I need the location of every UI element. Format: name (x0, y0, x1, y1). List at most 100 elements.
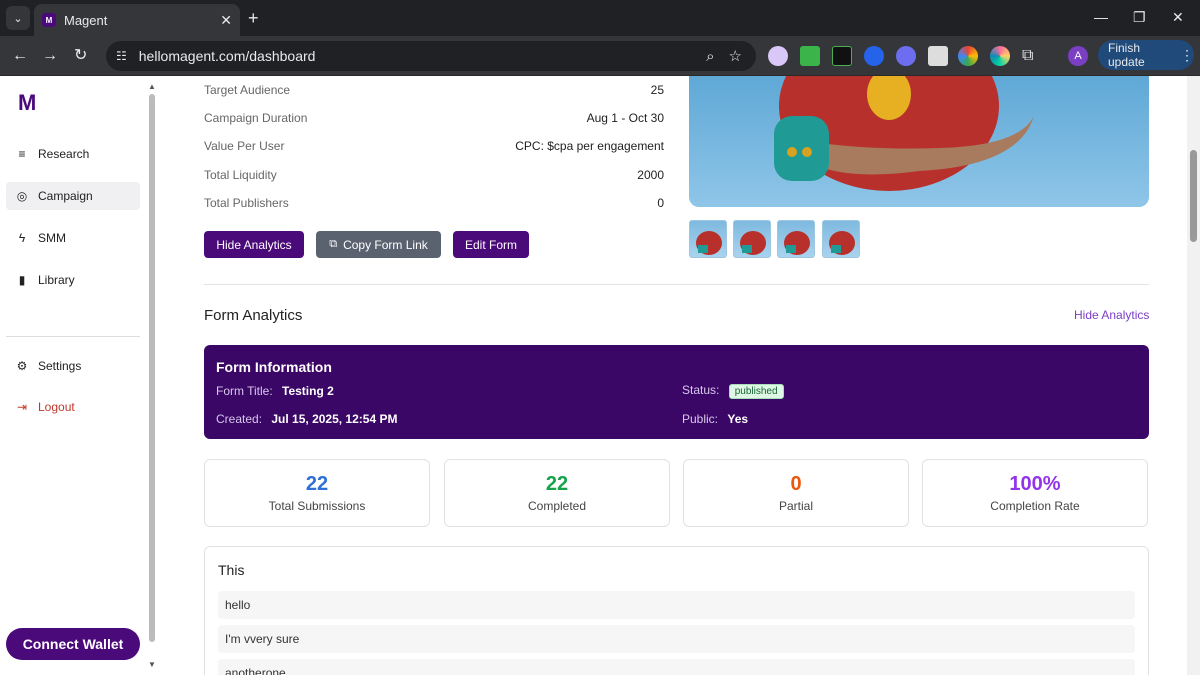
profile-avatar[interactable]: A (1068, 46, 1088, 66)
window-close-button[interactable]: ✕ (1172, 9, 1184, 26)
copy-form-link-label: Copy Form Link (343, 237, 428, 252)
sidebar-item-settings[interactable]: ⚙ Settings (6, 352, 140, 380)
bookmark-icon: ▮ (18, 273, 26, 287)
minimize-button[interactable]: — (1094, 9, 1108, 25)
maximize-button[interactable]: ❐ (1133, 9, 1146, 26)
status-row: Status: published (682, 383, 784, 399)
form-information-heading: Form Information (216, 359, 332, 375)
detail-label: Total Publishers (204, 196, 289, 210)
tab-title: Magent (64, 12, 108, 28)
edit-form-button[interactable]: Edit Form (453, 231, 529, 258)
extension-icon[interactable] (990, 46, 1010, 66)
image-thumbnail[interactable] (777, 220, 815, 258)
extension-icon[interactable] (832, 46, 852, 66)
sidebar-item-label: Campaign (38, 189, 93, 203)
hide-analytics-link[interactable]: Hide Analytics (1074, 308, 1149, 322)
stat-value: 22 (545, 473, 569, 495)
extension-icon[interactable] (928, 46, 948, 66)
browser-tabbar: ⌄ M Magent ✕ + — ❐ ✕ (0, 0, 1200, 36)
sidebar-item-smm[interactable]: ϟ SMM (6, 224, 140, 252)
sidebar-item-research[interactable]: ≡ Research (6, 140, 140, 168)
image-thumbnail[interactable] (689, 220, 727, 258)
extension-icon[interactable] (864, 46, 884, 66)
created-row: Created: Jul 15, 2025, 12:54 PM (216, 412, 397, 426)
stat-card-completed: 22 Completed (444, 459, 670, 527)
bolt-icon: ϟ (18, 231, 26, 245)
public-value: Yes (727, 412, 749, 426)
scrollbar-thumb[interactable] (149, 94, 155, 642)
hide-analytics-button[interactable]: Hide Analytics (204, 231, 304, 258)
tab-search-button[interactable]: ⌄ (6, 6, 30, 30)
form-information-card: Form Information Form Title: Testing 2 S… (204, 345, 1149, 439)
more-vert-icon[interactable]: ⋮ (1180, 47, 1194, 64)
detail-label: Campaign Duration (204, 111, 308, 125)
research-icon: ≡ (18, 147, 26, 161)
detail-row: Total Liquidity 2000 (204, 168, 664, 182)
detail-label: Value Per User (204, 139, 285, 153)
stat-card-total-submissions: 22 Total Submissions (204, 459, 430, 527)
extension-icon[interactable] (800, 46, 820, 66)
extension-icon[interactable] (768, 46, 788, 66)
image-thumbnail[interactable] (733, 220, 771, 258)
copy-form-link-button[interactable]: ⧉ Copy Form Link (316, 231, 441, 258)
response-item: hello (218, 591, 1135, 619)
status-label: Status: (682, 383, 720, 397)
form-title-value: Testing 2 (282, 384, 334, 398)
sidebar-item-campaign[interactable]: ◎ Campaign (6, 182, 140, 210)
image-thumbnail[interactable] (822, 220, 860, 258)
detail-label: Target Audience (204, 83, 291, 97)
close-icon[interactable]: ✕ (220, 12, 232, 29)
public-label: Public: (682, 412, 719, 426)
detail-row: Campaign Duration Aug 1 - Oct 30 (204, 111, 664, 125)
stat-label: Completed (527, 499, 587, 513)
detail-row: Total Publishers 0 (204, 196, 664, 210)
sidebar-item-label: Settings (38, 359, 82, 373)
created-label: Created: (216, 412, 263, 426)
address-bar[interactable]: ☷ hellomagent.com/dashboard ⌕ ☆ (106, 41, 756, 71)
scrollbar-thumb[interactable] (1190, 150, 1197, 242)
site-info-icon[interactable]: ☷ (116, 49, 127, 63)
campaign-image[interactable] (689, 76, 1149, 207)
status-badge: published (728, 384, 784, 399)
copy-icon: ⧉ (329, 238, 338, 250)
extension-icon[interactable] (958, 46, 978, 66)
finish-update-label: Finish update (1108, 41, 1145, 69)
logout-icon: ⇥ (16, 400, 28, 414)
campaign-icon: ◎ (16, 189, 28, 203)
logo[interactable]: M (18, 90, 36, 116)
stat-value: 0 (790, 473, 802, 495)
detail-value: 25 (650, 83, 664, 97)
sidebar-item-label: Research (38, 147, 90, 161)
main-scrollbar[interactable] (1187, 76, 1200, 675)
forward-arrow-icon[interactable]: → (42, 46, 58, 66)
finish-update-button[interactable]: Finish update ⋮ (1098, 40, 1194, 70)
scroll-up-icon[interactable]: ▲ (148, 82, 156, 91)
detail-value: 0 (657, 196, 664, 210)
sidebar-item-label: Library (38, 273, 75, 287)
bookmark-star-icon[interactable]: ☆ (729, 47, 742, 65)
form-title-row: Form Title: Testing 2 (216, 384, 334, 398)
main-content: Target Audience 25 Campaign Duration Aug… (160, 76, 1186, 675)
new-tab-button[interactable]: + (248, 8, 259, 28)
sidebar-item-label: Logout (38, 400, 75, 414)
section-divider (204, 284, 1149, 285)
magent-favicon: M (42, 13, 56, 27)
sidebar-scrollbar[interactable]: ▲ ▼ (147, 80, 157, 670)
reload-icon[interactable]: ↻ (74, 46, 87, 66)
extensions-puzzle-icon[interactable]: ⧉ (1022, 46, 1033, 66)
detail-value: 2000 (637, 168, 664, 182)
connect-wallet-button[interactable]: Connect Wallet (6, 628, 140, 660)
question-title: This (218, 562, 245, 578)
browser-toolbar: ← → ↻ ☷ hellomagent.com/dashboard ⌕ ☆ ⧉ … (0, 36, 1200, 76)
back-arrow-icon[interactable]: ← (12, 46, 28, 66)
zoom-icon[interactable]: ⌕ (706, 48, 714, 65)
sidebar-item-library[interactable]: ▮ Library (6, 266, 140, 294)
detail-value: CPC: $cpa per engagement (515, 139, 664, 153)
created-value: Jul 15, 2025, 12:54 PM (271, 412, 398, 426)
scroll-down-icon[interactable]: ▼ (148, 660, 156, 669)
gear-icon: ⚙ (16, 359, 28, 373)
responses-card: This hello I'm vvery sure anotherone (204, 546, 1149, 675)
browser-tab[interactable]: M Magent ✕ (34, 4, 240, 36)
sidebar-item-logout[interactable]: ⇥ Logout (6, 393, 140, 421)
extension-icon[interactable] (896, 46, 916, 66)
